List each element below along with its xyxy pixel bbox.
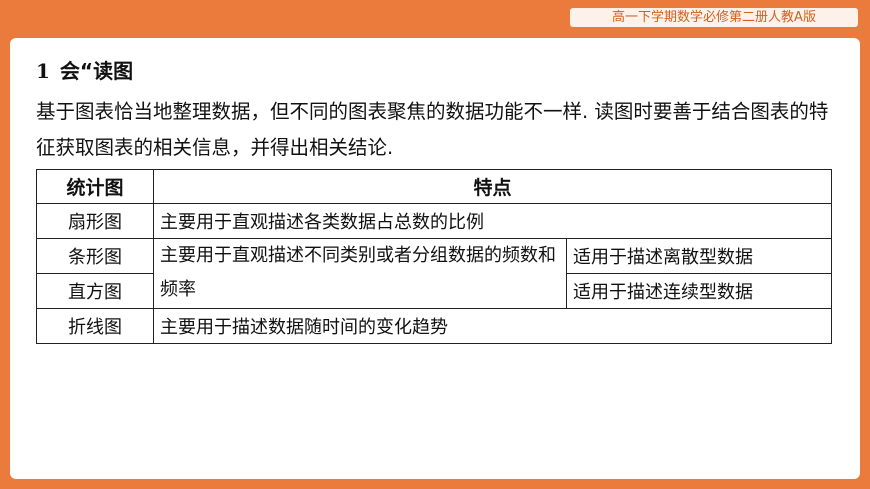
- row-desc: 适用于描述离散型数据: [566, 238, 832, 274]
- section-title: 会“读图: [59, 59, 134, 83]
- table-row: 条形图 主要用于直观描述不同类别或者分组数据的频数和频率 适用于描述离散型数据: [36, 238, 832, 309]
- row-name: 扇形图: [36, 203, 154, 239]
- row-desc: 主要用于直观描述各类数据占总数的比例: [153, 203, 832, 239]
- content-card: 1 会“读图 基于图表恰当地整理数据，但不同的图表聚焦的数据功能不一样. 读图时要…: [10, 38, 860, 479]
- header-chart-type: 统计图: [36, 169, 154, 204]
- table-header-row: 统计图 特点: [36, 169, 832, 204]
- row-common-desc: 主要用于直观描述不同类别或者分组数据的频数和频率: [153, 238, 567, 309]
- section-heading: 1 会“读图: [36, 55, 133, 84]
- chart-feature-table: 统计图 特点 扇形图 主要用于直观描述各类数据占总数的比例 条形图 主要用于直观…: [36, 169, 832, 344]
- textbook-tag: 高一下学期数学必修第二册人教A版: [570, 8, 858, 27]
- row-desc: 主要用于描述数据随时间的变化趋势: [153, 308, 832, 344]
- section-number: 1: [36, 59, 50, 83]
- row-desc: 适用于描述连续型数据: [566, 273, 832, 309]
- section-paragraph: 基于图表恰当地整理数据，但不同的图表聚焦的数据功能不一样. 读图时要善于结合图表…: [36, 100, 829, 159]
- row-name: 折线图: [36, 308, 154, 344]
- row-name: 直方图: [36, 273, 154, 309]
- row-name: 条形图: [36, 238, 154, 274]
- header-features: 特点: [153, 169, 832, 204]
- table-row: 折线图 主要用于描述数据随时间的变化趋势: [36, 308, 832, 344]
- table-row: 扇形图 主要用于直观描述各类数据占总数的比例: [36, 203, 832, 239]
